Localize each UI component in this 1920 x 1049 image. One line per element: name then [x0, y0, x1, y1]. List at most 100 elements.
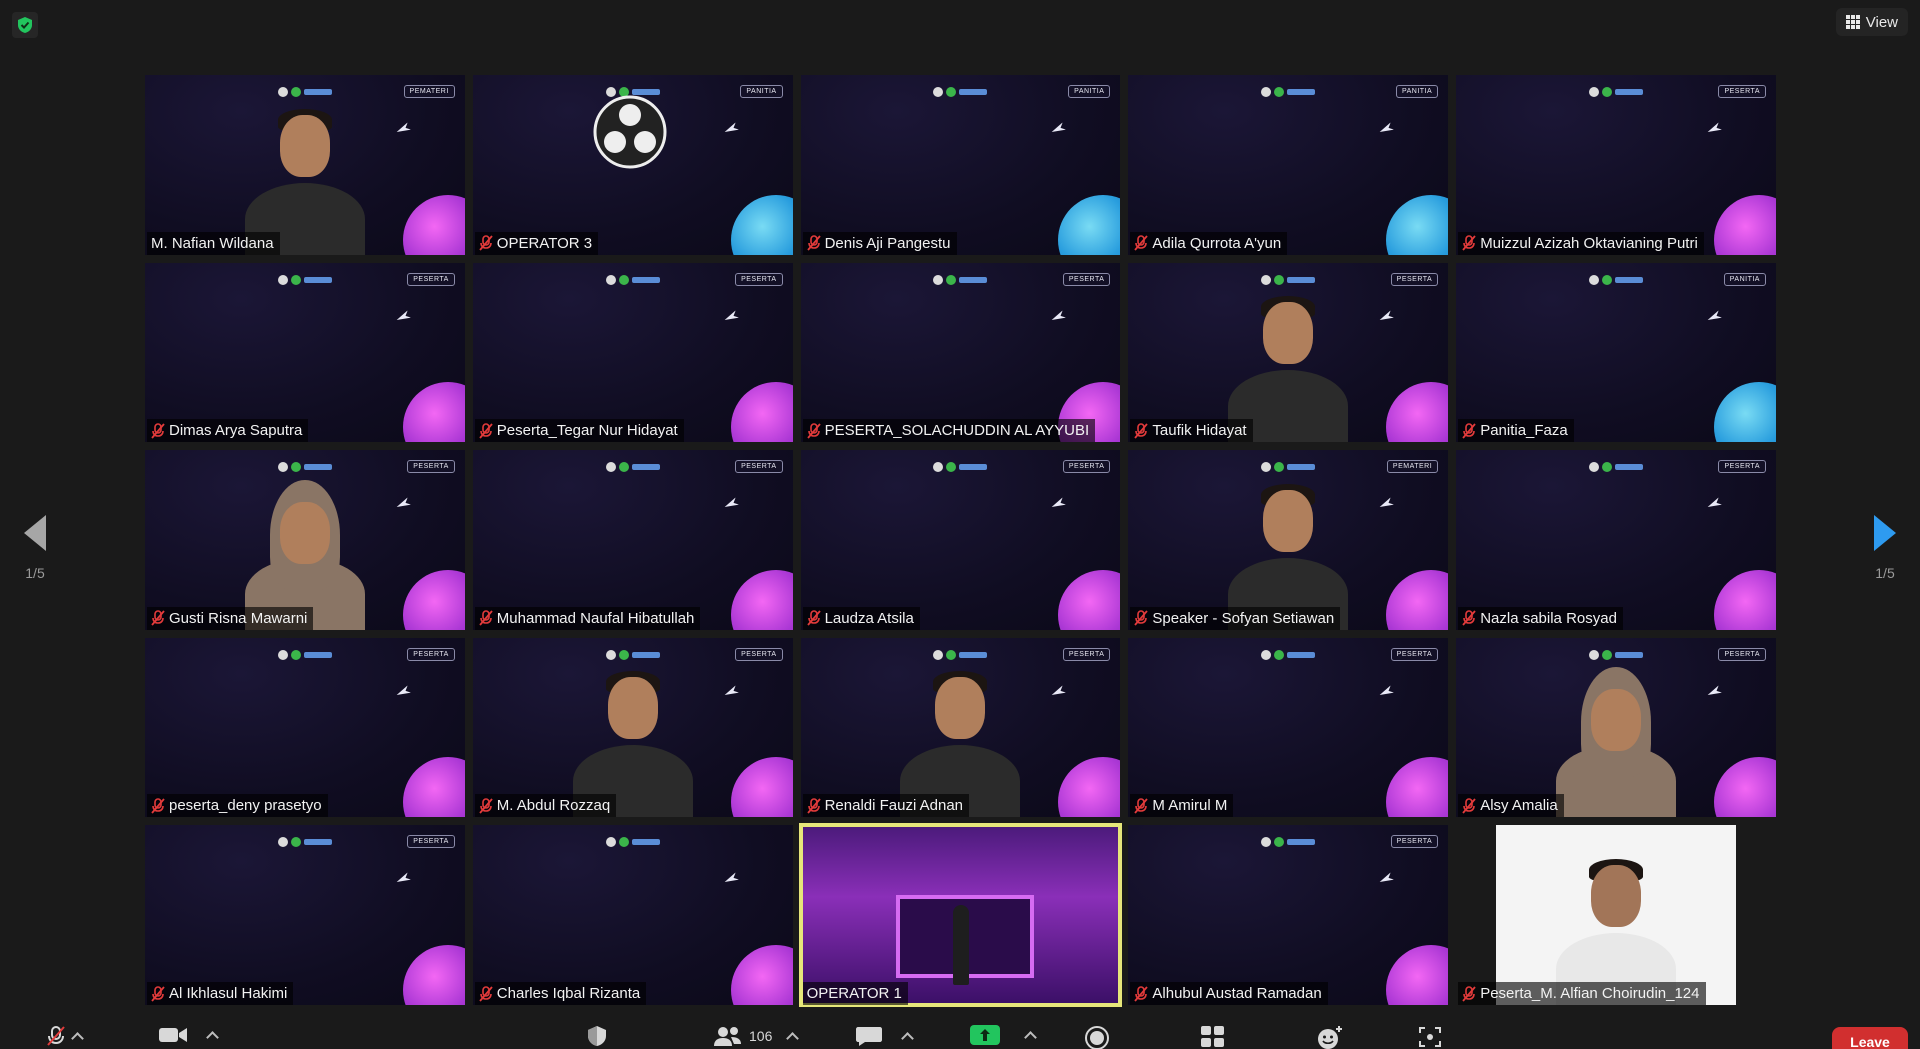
participant-tile[interactable]: PANITIA Denis Aji Pangestu	[800, 75, 1121, 255]
chat-options-caret-icon[interactable]	[901, 1031, 914, 1045]
participant-tile[interactable]: PESERTA Peserta_Tegar Nur Hidayat	[472, 262, 793, 443]
rocket-graphic	[395, 685, 411, 698]
event-logos	[1261, 462, 1316, 473]
muted-microphone-icon	[479, 610, 493, 626]
role-tag: PESERTA	[1390, 835, 1439, 849]
planet-graphic	[1713, 382, 1776, 443]
participant-tile[interactable]: PESERTA Alsy Amalia	[1456, 637, 1776, 818]
chevron-left-icon	[24, 515, 46, 551]
participant-tile[interactable]: PANITIA OPERATOR 3	[472, 75, 793, 255]
start-video-button[interactable]	[158, 1025, 219, 1045]
participant-tile[interactable]: Charles Iqbal Rizanta	[472, 825, 793, 1005]
participant-name: OPERATOR 3	[496, 234, 593, 252]
event-logos	[1261, 649, 1316, 660]
muted-microphone-icon	[806, 235, 821, 251]
role-tag: PESERTA	[1390, 272, 1439, 286]
participant-tile[interactable]: PESERTA Nazla sabila Rosyad	[1456, 450, 1776, 630]
participant-tile[interactable]: PESERTA M. Abdul Rozzaq	[472, 637, 793, 818]
participant-tile[interactable]: OPERATOR 1	[798, 823, 1123, 1007]
muted-microphone-icon	[1134, 798, 1149, 814]
participant-video	[952, 905, 969, 986]
participants-button[interactable]: 106	[713, 1025, 800, 1047]
video-camera-icon	[159, 1028, 187, 1042]
participant-name-label: Muizzul Azizah Oktavianing Putri	[1458, 231, 1704, 255]
reactions-button[interactable]	[1316, 1025, 1344, 1049]
participant-tile[interactable]: PESERTA Dimas Arya Saputra	[145, 262, 465, 443]
participant-tile[interactable]: PEMATERI M. Nafian Wildana	[145, 75, 465, 255]
participant-name-label: Al Ikhlasul Hakimi	[147, 982, 294, 1005]
planet-graphic	[1058, 569, 1121, 630]
rocket-graphic	[1378, 685, 1394, 698]
planet-graphic	[1713, 757, 1776, 818]
security-shield-icon[interactable]	[12, 12, 38, 38]
role-tag: PANITIA	[1068, 85, 1111, 98]
participant-tile[interactable]: PESERTA Renaldi Fauzi Adnan	[800, 637, 1121, 818]
muted-microphone-icon	[1462, 798, 1476, 814]
planet-graphic	[1386, 945, 1449, 1005]
participant-tile[interactable]: PESERTA Alhubul Austad Ramadan	[1128, 825, 1449, 1005]
previous-page-button[interactable]: 1/5	[0, 515, 70, 595]
participants-options-caret-icon[interactable]	[786, 1031, 800, 1045]
participant-name-label: M Amirul M	[1130, 794, 1234, 818]
next-page-button[interactable]: 1/5	[1850, 515, 1920, 595]
event-logos	[933, 649, 988, 660]
planet-graphic	[1058, 757, 1121, 818]
participant-name-label: M. Nafian Wildana	[147, 231, 280, 255]
participant-tile[interactable]: PANITIA Adila Qurrota A'yun	[1128, 75, 1449, 255]
participant-tile[interactable]: PESERTA Al Ikhlasul Hakimi	[145, 825, 465, 1005]
participant-name-label: Peserta_M. Alfian Choirudin_124	[1458, 982, 1706, 1005]
participant-name-label: Muhammad Naufal Hibatullah	[474, 606, 701, 630]
rocket-graphic	[1378, 498, 1394, 511]
participant-name-label: Speaker - Sofyan Setiawan	[1130, 606, 1341, 630]
apps-grid-icon	[1201, 1026, 1224, 1047]
participants-icon	[714, 1027, 741, 1046]
participant-tile[interactable]: PESERTA M Amirul M	[1128, 637, 1449, 818]
participant-name: Al Ikhlasul Hakimi	[169, 985, 288, 1002]
participant-name: peserta_deny prasetyo	[169, 797, 322, 815]
record-icon	[1085, 1026, 1109, 1049]
participant-name: Charles Iqbal Rizanta	[496, 985, 641, 1002]
video-options-caret-icon[interactable]	[206, 1030, 219, 1044]
muted-microphone-icon	[151, 985, 165, 1002]
participant-tile[interactable]: PESERTA Muizzul Azizah Oktavianing Putri	[1456, 75, 1776, 255]
participant-tile[interactable]: PESERTA peserta_deny prasetyo	[145, 637, 465, 818]
planet-graphic	[402, 945, 465, 1005]
view-button[interactable]: View	[1835, 8, 1908, 36]
whiteboard-button[interactable]	[1418, 1025, 1442, 1049]
record-button[interactable]	[1084, 1025, 1110, 1049]
security-button[interactable]	[586, 1025, 608, 1047]
leave-button[interactable]: Leave	[1832, 1027, 1908, 1049]
planet-graphic	[730, 382, 793, 443]
share-screen-button[interactable]	[970, 1025, 1037, 1045]
participant-tile[interactable]: PESERTA Laudza Atsila	[800, 450, 1121, 630]
rocket-graphic	[1378, 873, 1394, 886]
unmute-button[interactable]	[45, 1025, 84, 1047]
participant-tile[interactable]: PEMATERI Speaker - Sofyan Setiawan	[1128, 450, 1449, 630]
planet-graphic	[730, 757, 793, 818]
participant-name: Laudza Atsila	[824, 609, 914, 627]
planet-graphic	[730, 569, 793, 630]
event-logos	[605, 462, 660, 473]
muted-microphone-icon	[151, 610, 165, 626]
participant-name: Muhammad Naufal Hibatullah	[496, 609, 695, 627]
participant-tile[interactable]: PESERTA PESERTA_SOLACHUDDIN AL AYYUBI	[800, 262, 1121, 443]
planet-graphic	[402, 569, 465, 630]
share-screen-icon	[970, 1025, 1000, 1045]
apps-button[interactable]	[1200, 1025, 1226, 1049]
share-options-caret-icon[interactable]	[1024, 1030, 1037, 1044]
role-tag: PESERTA	[407, 272, 455, 286]
chat-button[interactable]	[855, 1025, 914, 1047]
participant-name-label: Laudza Atsila	[802, 606, 920, 630]
role-tag: PESERTA	[735, 272, 783, 286]
audio-options-caret-icon[interactable]	[71, 1031, 84, 1045]
participant-tile[interactable]: PESERTA Taufik Hidayat	[1128, 262, 1449, 443]
muted-microphone-icon	[1462, 610, 1476, 626]
participant-tile[interactable]: PESERTA Gusti Risna Mawarni	[145, 450, 465, 630]
participant-tile[interactable]: PANITIA Panitia_Faza	[1456, 262, 1776, 443]
event-logos	[605, 274, 660, 285]
participant-tile[interactable]: PESERTA Muhammad Naufal Hibatullah	[472, 450, 793, 630]
participant-name: Panitia_Faza	[1480, 422, 1568, 440]
rocket-graphic	[1706, 122, 1722, 135]
participant-tile[interactable]: Peserta_M. Alfian Choirudin_124	[1456, 825, 1776, 1005]
rocket-graphic	[395, 122, 411, 135]
